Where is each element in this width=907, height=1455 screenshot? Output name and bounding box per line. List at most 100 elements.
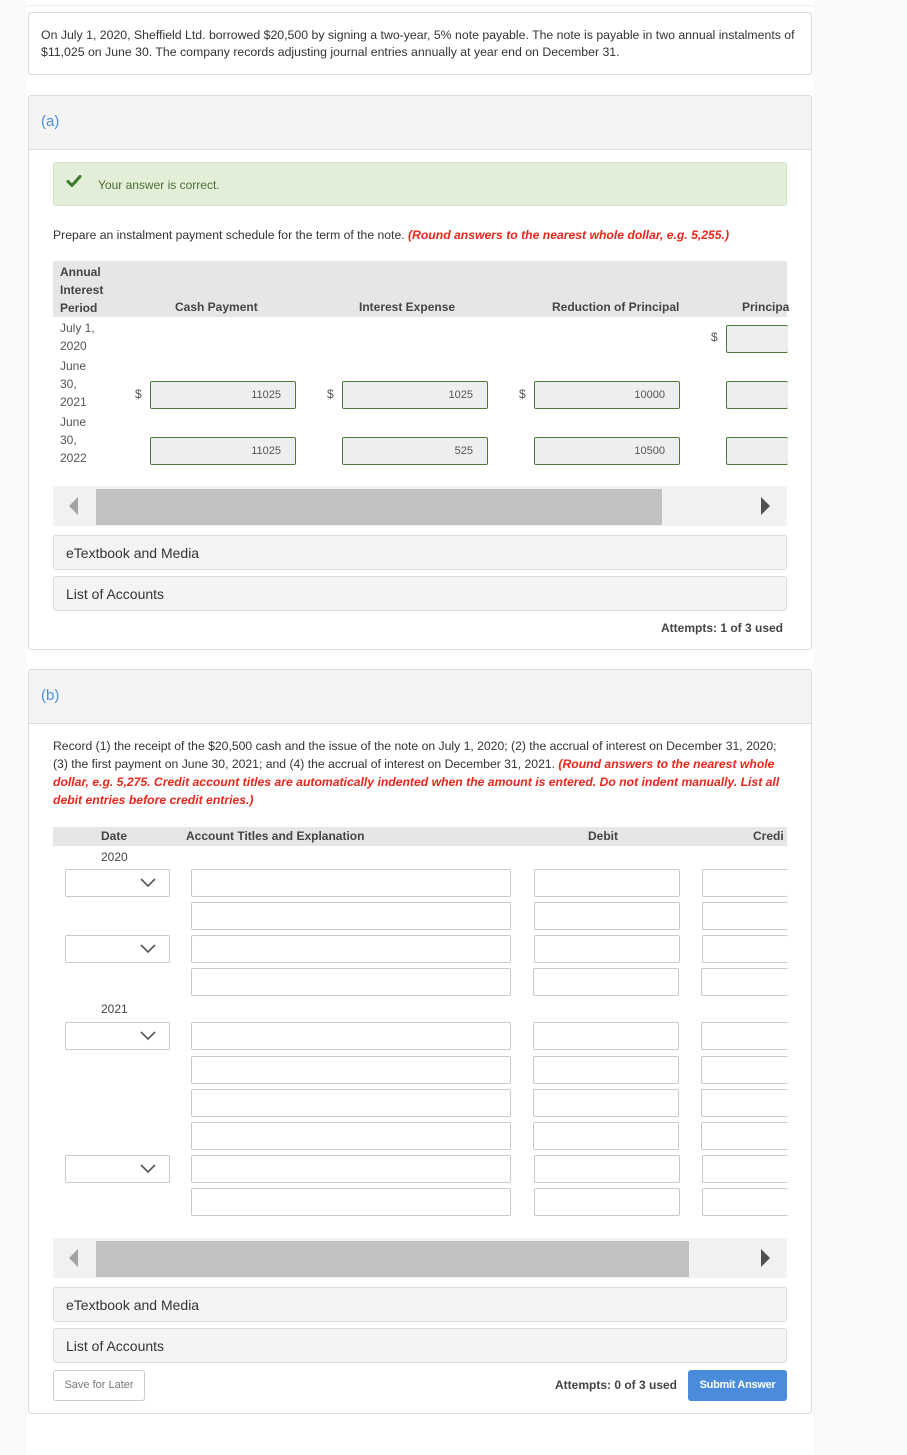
debit-input[interactable]: [533, 1122, 679, 1150]
row-period-june-2022: June 30, 2022: [60, 413, 87, 467]
instruction-text: Prepare an instalment payment schedule f…: [53, 228, 405, 242]
attempts-counter: Attempts: 0 of 3 used: [555, 1378, 678, 1392]
check-icon: [66, 175, 82, 187]
scroll-left-arrow-icon[interactable]: [69, 1249, 78, 1267]
account-title-input[interactable]: [191, 1022, 511, 1050]
principal-balance-input-2022[interactable]: [726, 437, 788, 465]
principal-balance-input-2020[interactable]: [726, 325, 788, 353]
part-b-instruction: Record (1) the receipt of the $20,500 ca…: [53, 737, 793, 809]
credit-input[interactable]: [701, 1089, 788, 1117]
reduction-principal-input-2022[interactable]: 10500: [534, 437, 680, 465]
interest-expense-input-2021[interactable]: 1025: [342, 381, 488, 409]
part-b-label: (b): [41, 687, 60, 704]
journal-horizontal-scrollbar[interactable]: [53, 1238, 787, 1278]
chevron-down-icon: [140, 944, 156, 954]
header-period-line: Interest: [60, 283, 104, 297]
date-select-entry-4[interactable]: [65, 1155, 170, 1183]
dollar-sign: $: [327, 387, 334, 401]
header-reduction-principal: Reduction of Principal: [552, 300, 680, 314]
credit-input[interactable]: [702, 869, 788, 897]
period-line: June: [60, 415, 87, 429]
attempts-counter: Attempts: 1 of 3 used: [661, 621, 784, 635]
dollar-sign: $: [135, 387, 142, 401]
interest-expense-input-2022[interactable]: 525: [342, 437, 488, 465]
list-of-accounts-link[interactable]: List of Accounts: [53, 1328, 787, 1363]
part-a-label: (a): [41, 113, 60, 130]
cash-payment-input-2022[interactable]: 11025: [150, 437, 296, 465]
period-line: 2020: [60, 339, 87, 353]
year-label-2021: 2021: [101, 1002, 128, 1016]
credit-input[interactable]: [702, 1188, 788, 1216]
list-of-accounts-link[interactable]: List of Accounts: [53, 576, 787, 611]
credit-input[interactable]: [702, 1155, 788, 1183]
debit-input[interactable]: [533, 1022, 679, 1050]
debit-input[interactable]: [533, 1056, 679, 1084]
chevron-down-icon: [140, 1164, 156, 1174]
account-title-input[interactable]: [191, 902, 511, 930]
debit-input[interactable]: [534, 935, 680, 963]
problem-statement: On July 1, 2020, Sheffield Ltd. borrowed…: [28, 12, 812, 75]
credit-input[interactable]: [701, 968, 788, 996]
header-period: Annual Interest Period: [60, 263, 103, 317]
account-title-input[interactable]: [191, 869, 511, 897]
debit-input[interactable]: [533, 968, 679, 996]
header-principal-balance: Principa: [742, 300, 790, 314]
scrollbar-thumb[interactable]: [96, 489, 662, 525]
divider: [27, 5, 813, 6]
header-debit: Debit: [588, 829, 618, 843]
header-account-titles: Account Titles and Explanation: [186, 829, 365, 843]
save-for-later-button[interactable]: Save for Later: [53, 1370, 145, 1401]
account-title-input[interactable]: [191, 1056, 511, 1084]
period-line: 2022: [60, 451, 87, 465]
part-a-instruction: Prepare an instalment payment schedule f…: [53, 226, 729, 244]
period-line: July 1,: [60, 321, 95, 335]
credit-input[interactable]: [702, 902, 788, 930]
chevron-down-icon: [140, 1031, 156, 1041]
submit-answer-button[interactable]: Submit Answer: [688, 1370, 787, 1401]
debit-input[interactable]: [534, 902, 680, 930]
scroll-right-arrow-icon[interactable]: [761, 497, 770, 515]
scroll-left-arrow-icon[interactable]: [69, 497, 78, 515]
part-a-header: (a): [29, 96, 811, 150]
period-line: June: [60, 359, 87, 373]
date-select-entry-2[interactable]: [65, 935, 170, 963]
account-title-input[interactable]: [191, 1122, 511, 1150]
credit-input[interactable]: [701, 1122, 788, 1150]
etextbook-media-link[interactable]: eTextbook and Media: [53, 535, 787, 570]
cash-payment-input-2021[interactable]: 11025: [150, 381, 296, 409]
account-title-input[interactable]: [191, 935, 511, 963]
principal-balance-input-2021[interactable]: [726, 381, 788, 409]
scrollbar-thumb[interactable]: [96, 1241, 689, 1277]
table-horizontal-scrollbar[interactable]: [53, 486, 787, 526]
part-b-card: (b) Record (1) the receipt of the $20,50…: [28, 669, 812, 1414]
row-period-june-2021: June 30, 2021: [60, 357, 87, 411]
debit-input[interactable]: [534, 1155, 680, 1183]
header-period-line: Annual: [60, 265, 101, 279]
account-title-input[interactable]: [191, 1155, 511, 1183]
credit-input[interactable]: [701, 1056, 788, 1084]
debit-input[interactable]: [534, 1188, 680, 1216]
header-period-line: Period: [60, 301, 98, 315]
header-interest-expense: Interest Expense: [359, 300, 456, 314]
header-date: Date: [101, 829, 128, 843]
answer-status-text: Your answer is correct.: [98, 178, 220, 192]
date-select-entry-3[interactable]: [65, 1022, 170, 1050]
date-select-entry-1[interactable]: [65, 869, 170, 897]
etextbook-media-link[interactable]: eTextbook and Media: [53, 1287, 787, 1322]
account-title-input[interactable]: [191, 1188, 511, 1216]
schedule-table-header: Annual Interest Period Cash Payment Inte…: [53, 261, 790, 317]
header-credit: Credi: [753, 829, 784, 843]
rounding-hint: (Round answers to the nearest whole doll…: [408, 228, 730, 242]
account-title-input[interactable]: [191, 968, 511, 996]
header-cash-payment: Cash Payment: [175, 300, 258, 314]
account-title-input[interactable]: [191, 1089, 511, 1117]
dollar-sign: $: [519, 387, 526, 401]
debit-input[interactable]: [534, 869, 680, 897]
year-label-2020: 2020: [101, 850, 128, 864]
period-line: 30,: [60, 433, 77, 447]
credit-input[interactable]: [702, 935, 788, 963]
credit-input[interactable]: [701, 1022, 788, 1050]
scroll-right-arrow-icon[interactable]: [761, 1249, 770, 1267]
reduction-principal-input-2021[interactable]: 10000: [534, 381, 680, 409]
debit-input[interactable]: [533, 1089, 679, 1117]
